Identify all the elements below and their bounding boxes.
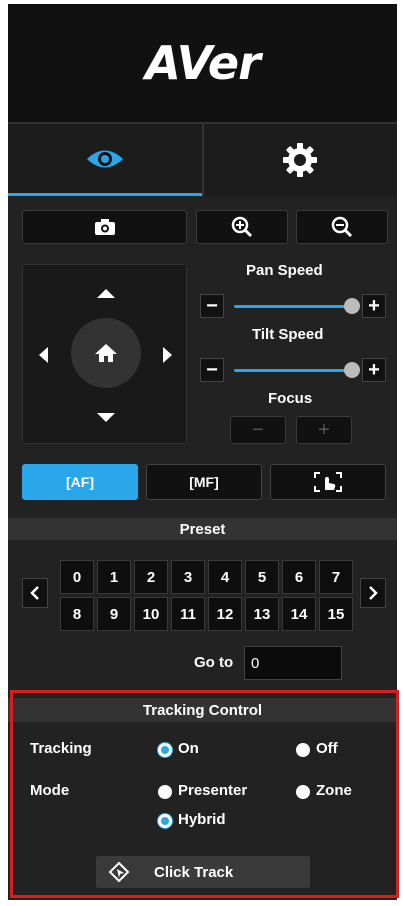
click-track-label: Click Track: [154, 863, 234, 881]
click-track-icon: [108, 861, 130, 883]
zoom-out-icon: [331, 216, 353, 238]
preset-section-title: Preset: [8, 518, 397, 540]
snapshot-button[interactable]: [22, 210, 187, 244]
tab-settings[interactable]: [201, 124, 397, 196]
preset-button[interactable]: 12: [208, 597, 242, 631]
tracking-on-label: On: [178, 740, 199, 757]
auto-focus-button[interactable]: [AF]: [22, 464, 138, 500]
touch-focus-icon: [314, 472, 342, 492]
preset-button[interactable]: 3: [171, 560, 205, 594]
preset-prev-button[interactable]: [22, 578, 48, 608]
tracking-on-radio[interactable]: [158, 743, 172, 757]
preset-button[interactable]: 9: [97, 597, 131, 631]
preset-button[interactable]: 13: [245, 597, 279, 631]
goto-preset-input[interactable]: [244, 646, 342, 680]
zoom-in-button[interactable]: [196, 210, 288, 244]
pan-right-button[interactable]: [163, 347, 172, 363]
pan-down-button[interactable]: [97, 413, 115, 422]
tilt-speed-label: Tilt Speed: [252, 326, 324, 343]
preset-button[interactable]: 15: [319, 597, 353, 631]
preset-button[interactable]: 0: [60, 560, 94, 594]
pan-speed-minus-button[interactable]: −: [200, 294, 224, 318]
preset-button[interactable]: 6: [282, 560, 316, 594]
preset-grid: 0 1 2 3 4 5 6 7 8 9 10 11 12 13 14 15: [60, 560, 356, 631]
ptz-direction-pad: [22, 264, 187, 444]
preset-button[interactable]: 5: [245, 560, 279, 594]
zoom-in-icon: [231, 216, 253, 238]
preset-button[interactable]: 11: [171, 597, 205, 631]
tracking-off-label: Off: [316, 740, 338, 757]
focus-label: Focus: [268, 390, 313, 407]
mode-presenter-radio[interactable]: [158, 785, 172, 799]
home-icon: [95, 344, 117, 362]
pan-speed-slider-thumb[interactable]: [343, 298, 360, 314]
chevron-right-icon: [369, 586, 378, 600]
click-track-button[interactable]: Click Track: [96, 856, 310, 888]
zoom-out-button[interactable]: [296, 210, 388, 244]
preset-button[interactable]: 2: [134, 560, 168, 594]
goto-label: Go to: [194, 654, 234, 671]
pan-left-button[interactable]: [39, 347, 48, 363]
pan-speed-slider[interactable]: [234, 305, 358, 308]
eye-icon: [86, 150, 123, 167]
preset-button[interactable]: 8: [60, 597, 94, 631]
focus-plus-button[interactable]: +: [296, 416, 352, 444]
tracking-section-title: Tracking Control: [8, 698, 397, 722]
touch-focus-button[interactable]: [270, 464, 386, 500]
preset-button[interactable]: 4: [208, 560, 242, 594]
tracking-off-radio[interactable]: [296, 743, 310, 757]
home-button[interactable]: [71, 318, 141, 388]
gear-icon: [283, 143, 318, 177]
tilt-speed-plus-button[interactable]: +: [362, 358, 386, 382]
tilt-speed-slider[interactable]: [234, 369, 358, 372]
mode-label: Mode: [30, 782, 70, 799]
preset-button[interactable]: 1: [97, 560, 131, 594]
preset-next-button[interactable]: [360, 578, 386, 608]
pan-speed-label: Pan Speed: [246, 262, 323, 279]
mode-hybrid-label: Hybrid: [178, 811, 226, 828]
preset-button[interactable]: 7: [319, 560, 353, 594]
preset-button[interactable]: 10: [134, 597, 168, 631]
brand-header: AVer: [8, 4, 397, 124]
chevron-left-icon: [30, 586, 39, 600]
camera-control-panel: AVer Pan Speed − + Tilt Speed − + Focus …: [8, 4, 397, 900]
pan-speed-plus-button[interactable]: +: [362, 294, 386, 318]
mode-zone-label: Zone: [316, 782, 352, 799]
aver-logo: AVer: [145, 36, 261, 90]
mode-presenter-label: Presenter: [178, 782, 248, 799]
main-tabs: [8, 124, 397, 196]
tilt-speed-minus-button[interactable]: −: [200, 358, 224, 382]
preset-button[interactable]: 14: [282, 597, 316, 631]
camera-icon: [94, 219, 115, 235]
tilt-speed-slider-thumb[interactable]: [343, 362, 360, 378]
tab-live-view[interactable]: [8, 124, 202, 196]
pan-up-button[interactable]: [97, 289, 115, 298]
mode-zone-radio[interactable]: [296, 785, 310, 799]
manual-focus-button[interactable]: [MF]: [146, 464, 262, 500]
mode-hybrid-radio[interactable]: [158, 814, 172, 828]
focus-minus-button[interactable]: −: [230, 416, 286, 444]
tracking-label: Tracking: [30, 740, 92, 757]
